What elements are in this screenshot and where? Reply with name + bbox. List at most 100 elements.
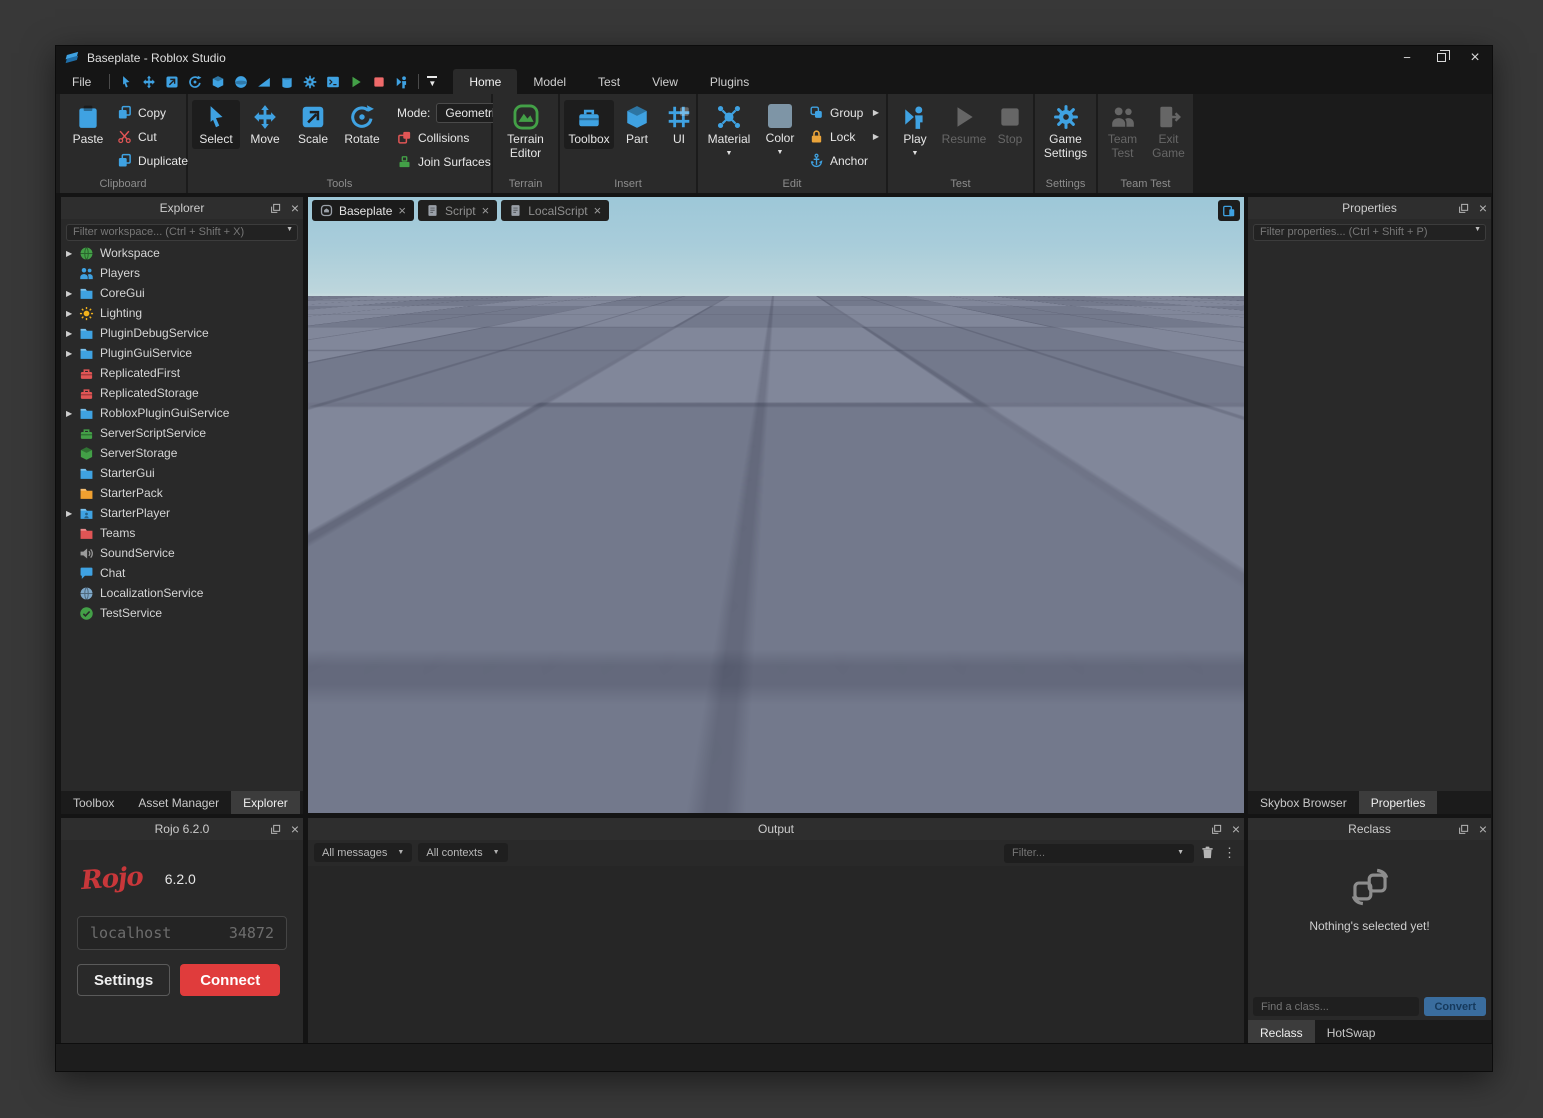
duplicate-button[interactable]: Duplicate — [114, 150, 191, 171]
dock-tab[interactable]: Reclass — [1248, 1020, 1315, 1045]
float-panel-icon[interactable] — [1458, 203, 1469, 214]
viewport-tab[interactable]: LocalScript × — [501, 200, 609, 221]
rojo-connect-button[interactable]: Connect — [180, 964, 280, 996]
spawn-plate[interactable] — [651, 456, 904, 596]
expand-arrow-icon[interactable]: ▶ — [66, 249, 79, 258]
tree-item[interactable]: StarterGui — [61, 463, 303, 483]
float-panel-icon[interactable] — [1458, 824, 1469, 835]
close-panel-icon[interactable]: × — [1232, 822, 1240, 836]
close-panel-icon[interactable]: × — [291, 201, 299, 215]
tree-item[interactable]: StarterPack — [61, 483, 303, 503]
ribbon-tab[interactable]: Plugins — [694, 69, 765, 94]
expand-arrow-icon[interactable]: ▶ — [66, 289, 79, 298]
tree-item[interactable]: TestService — [61, 603, 303, 623]
customize-toolbar-chevron-icon[interactable]: ▼ — [423, 76, 441, 88]
team-test-button[interactable] — [392, 72, 412, 92]
team-test-button[interactable]: Team Test — [1101, 100, 1145, 163]
ribbon-tab[interactable]: Model — [517, 69, 582, 94]
part-button[interactable] — [208, 72, 228, 92]
command-bar-button[interactable] — [323, 72, 343, 92]
tree-item[interactable]: SoundService — [61, 543, 303, 563]
tree-item[interactable]: ServerStorage — [61, 443, 303, 463]
float-panel-icon[interactable] — [270, 203, 281, 214]
explorer-filter-input[interactable] — [66, 224, 298, 241]
dock-tab[interactable]: Skybox Browser — [1248, 791, 1359, 814]
tree-item[interactable]: ▶ Lighting — [61, 303, 303, 323]
file-menu[interactable]: File — [56, 75, 105, 89]
close-tab-icon[interactable]: × — [482, 204, 490, 217]
dock-tab[interactable]: Asset Manager — [126, 791, 231, 814]
viewport-tab[interactable]: Baseplate × — [312, 200, 414, 221]
wedge-button[interactable] — [254, 72, 274, 92]
properties-filter-input[interactable] — [1253, 224, 1486, 241]
tree-item[interactable]: Chat — [61, 563, 303, 583]
resume-button[interactable]: Resume — [940, 100, 988, 149]
tree-item[interactable]: ReplicatedStorage — [61, 383, 303, 403]
minimize-button[interactable]: − — [1390, 46, 1424, 69]
chevron-down-icon[interactable]: ▼ — [726, 150, 733, 158]
tree-item[interactable]: ServerScriptService — [61, 423, 303, 443]
close-tab-icon[interactable]: × — [594, 204, 602, 217]
tree-item[interactable]: ▶ PluginGuiService — [61, 343, 303, 363]
viewport-tab[interactable]: Script × — [418, 200, 497, 221]
chevron-down-icon[interactable]: ▼ — [777, 149, 784, 157]
scale-tool-button[interactable] — [162, 72, 182, 92]
close-tab-icon[interactable]: × — [398, 204, 406, 217]
expand-arrow-icon[interactable]: ▶ — [66, 349, 79, 358]
ribbon-tab[interactable]: Test — [582, 69, 636, 94]
expand-arrow-icon[interactable]: ▶ — [66, 409, 79, 418]
dock-tab[interactable]: Toolbox — [61, 791, 126, 814]
lock-button[interactable]: Lock▶ — [806, 126, 882, 147]
paste-button[interactable]: Paste — [64, 100, 112, 149]
game-settings-button[interactable]: Game Settings — [1038, 100, 1094, 163]
move-tool-button[interactable]: Move — [242, 100, 288, 149]
tree-item[interactable]: ▶ Workspace — [61, 243, 303, 263]
float-panel-icon[interactable] — [270, 824, 281, 835]
tree-item[interactable]: ▶ PluginDebugService — [61, 323, 303, 343]
part-button[interactable]: Part — [616, 100, 658, 149]
chevron-down-icon[interactable]: ▼ — [912, 150, 919, 158]
close-panel-icon[interactable]: × — [1479, 201, 1487, 215]
output-filter-input[interactable] — [1004, 844, 1194, 863]
convert-button[interactable]: Convert — [1424, 997, 1486, 1016]
tree-item[interactable]: LocalizationService — [61, 583, 303, 603]
tree-item[interactable]: ▶ StarterPlayer — [61, 503, 303, 523]
rotate-tool-button[interactable] — [185, 72, 205, 92]
ribbon-tab[interactable]: Home — [453, 69, 517, 94]
terrain-editor-button[interactable]: Terrain Editor — [497, 100, 555, 163]
close-panel-icon[interactable]: × — [291, 822, 299, 836]
exit-game-button[interactable]: Exit Game — [1147, 100, 1191, 163]
context-filter-dropdown[interactable]: All contexts ▼ — [418, 843, 507, 862]
expand-arrow-icon[interactable]: ▶ — [66, 509, 79, 518]
float-panel-icon[interactable] — [1211, 824, 1222, 835]
sphere-button[interactable] — [231, 72, 251, 92]
close-panel-icon[interactable]: × — [1479, 822, 1487, 836]
ribbon-tab[interactable]: View — [636, 69, 694, 94]
tree-item[interactable]: ▶ CoreGui — [61, 283, 303, 303]
tree-item[interactable]: ▶ RobloxPluginGuiService — [61, 403, 303, 423]
chevron-right-icon[interactable]: ▶ — [873, 132, 879, 141]
restore-button[interactable] — [1424, 46, 1458, 69]
select-tool-button[interactable] — [116, 72, 136, 92]
tree-item[interactable]: Teams — [61, 523, 303, 543]
chevron-right-icon[interactable]: ▶ — [873, 108, 879, 117]
output-menu-icon[interactable]: ⋮ — [1221, 845, 1238, 861]
tree-item[interactable]: ReplicatedFirst — [61, 363, 303, 383]
expand-arrow-icon[interactable]: ▶ — [66, 309, 79, 318]
dock-tab[interactable]: HotSwap — [1315, 1020, 1388, 1045]
find-class-input[interactable] — [1253, 997, 1419, 1016]
dock-tab[interactable]: Properties — [1359, 791, 1438, 814]
play-button[interactable]: Play ▼ — [892, 100, 938, 160]
rojo-address-input[interactable]: localhost 34872 — [77, 916, 287, 950]
message-filter-dropdown[interactable]: All messages ▼ — [314, 843, 412, 862]
play-button[interactable] — [346, 72, 366, 92]
toolbox-button[interactable]: Toolbox — [564, 100, 614, 149]
color-button[interactable]: Color ▼ — [758, 100, 802, 159]
material-button[interactable]: Material ▼ — [702, 100, 756, 160]
dock-tab[interactable]: Explorer — [231, 791, 300, 814]
rotate-tool-button[interactable]: Rotate — [338, 100, 386, 149]
anchor-toggle[interactable]: Anchor — [806, 150, 882, 171]
rojo-settings-button[interactable]: Settings — [77, 964, 170, 996]
device-emulation-button[interactable] — [1218, 200, 1240, 221]
select-tool-button[interactable]: Select — [192, 100, 240, 149]
